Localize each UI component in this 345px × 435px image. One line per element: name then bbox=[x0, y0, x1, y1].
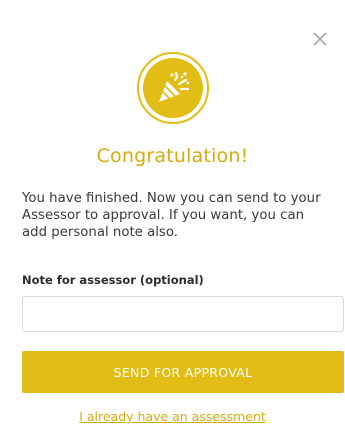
dialog-message: You have finished. Now you can send to y… bbox=[22, 191, 321, 240]
party-popper-icon bbox=[158, 71, 189, 102]
note-input[interactable] bbox=[22, 296, 344, 332]
note-label: Note for assessor (optional) bbox=[22, 273, 204, 287]
close-icon bbox=[313, 32, 327, 46]
celebration-badge bbox=[136, 52, 209, 124]
badge-circle bbox=[142, 58, 203, 118]
dialog-title: Congratulation! bbox=[96, 145, 249, 167]
existing-assessment-link[interactable]: I already have an assessment bbox=[0, 409, 345, 424]
send-for-approval-button[interactable]: SEND FOR APPROVAL bbox=[22, 351, 344, 393]
close-button[interactable] bbox=[311, 30, 329, 48]
